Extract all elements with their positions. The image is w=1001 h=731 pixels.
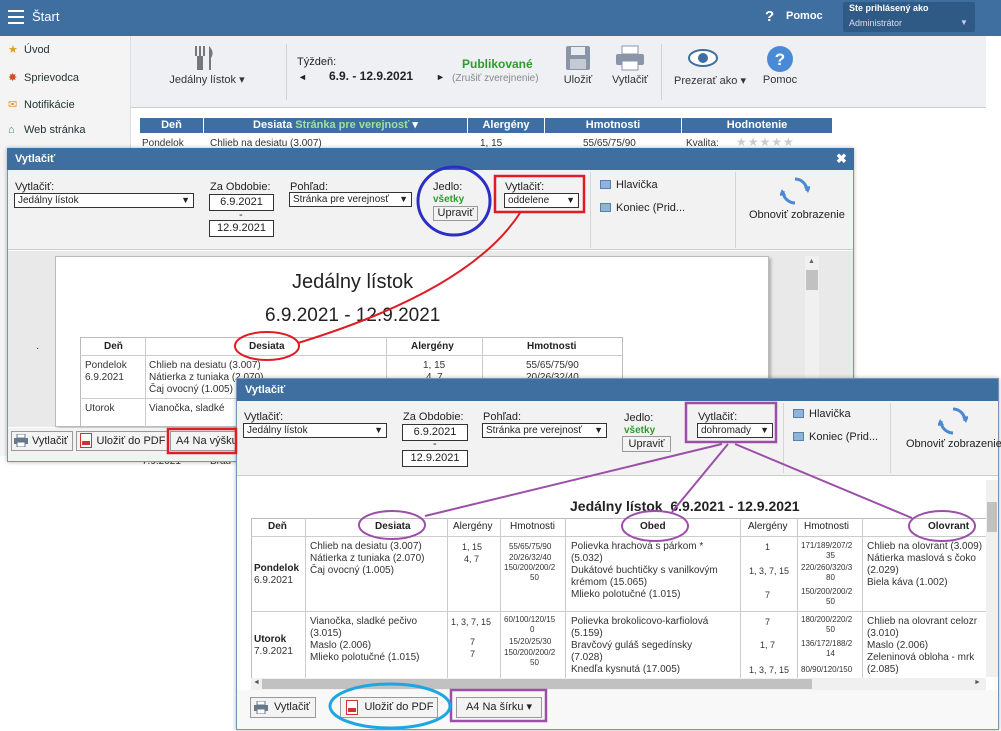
purple-box-format <box>449 688 548 723</box>
red-ellipse-desiata <box>234 331 300 361</box>
red-box-format <box>166 427 238 455</box>
purple-ellipse-obed <box>621 510 689 542</box>
purple-box-print-mode <box>684 401 778 444</box>
purple-ellipse-desiata <box>358 510 426 540</box>
cyan-ellipse-pdf <box>328 682 452 730</box>
blue-ellipse-meal <box>416 165 492 237</box>
red-box-print-mode <box>493 174 586 214</box>
purple-connector <box>734 443 913 519</box>
red-connector <box>297 212 521 344</box>
annotation-overlay <box>166 165 976 730</box>
purple-ellipse-olovrant <box>908 510 976 542</box>
